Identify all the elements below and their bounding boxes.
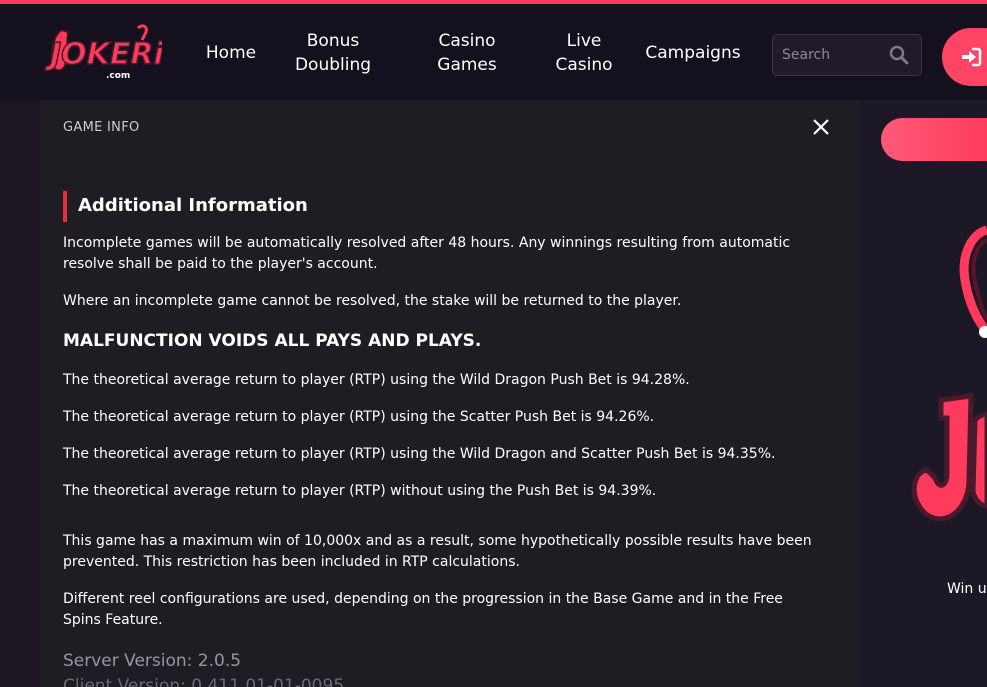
svg-text:.com: .com <box>106 71 130 81</box>
rtp-combined-text: The theoretical average return to player… <box>63 446 776 462</box>
search-placeholder: Search <box>782 47 831 63</box>
nav-home[interactable]: Home <box>202 41 260 65</box>
nav-home-label: Home <box>205 43 257 63</box>
stake-returned-text: Where an incomplete game cannot be resol… <box>63 293 682 309</box>
nav-casino-label-line2: Games <box>437 55 497 75</box>
rtp-no-push-text: The theoretical average return to player… <box>63 483 657 499</box>
sidebar-promo-button[interactable] <box>881 118 987 161</box>
game-info-modal: GAME INFO Additional Information Incompl… <box>40 100 858 687</box>
modal-title: GAME INFO <box>63 120 140 135</box>
close-icon[interactable] <box>812 118 830 136</box>
rtp-scatter-text: The theoretical average return to player… <box>63 409 655 425</box>
nav-campaigns[interactable]: Campaigns <box>640 41 746 65</box>
login-icon <box>962 47 982 67</box>
section-heading: Additional Information <box>63 191 308 222</box>
site-header: JOKERi .com Home Bonus Doubling Casino G… <box>0 4 987 100</box>
nav-bonus-label-line2: Doubling <box>294 55 372 75</box>
nav-casino-label-line1: Casino <box>438 31 496 51</box>
nav-live-label-line1: Live <box>566 31 602 51</box>
login-button[interactable] <box>942 28 987 86</box>
nav-casino-games[interactable]: Casino Games <box>428 29 506 77</box>
nav-bonus-label-line1: Bonus <box>306 31 360 51</box>
nav-live-casino[interactable]: Live Casino <box>550 29 618 77</box>
server-version: Server Version: 2.0.5 <box>63 651 242 671</box>
sidebar-promo-text: Win u <box>947 581 987 597</box>
nav-live-label-line2: Casino <box>555 55 613 75</box>
rtp-wild-dragon-text: The theoretical average return to player… <box>63 372 690 388</box>
malfunction-notice: MALFUNCTION VOIDS ALL PAYS AND PLAYS. <box>63 331 482 351</box>
search-icon[interactable] <box>889 45 909 65</box>
nav-bonus-doubling[interactable]: Bonus Doubling <box>290 29 376 77</box>
reel-config-text: Different reel configurations are used, … <box>63 591 783 628</box>
client-version: Client Version: 0.411.01-01-0095 <box>63 676 345 687</box>
nav-campaigns-label: Campaigns <box>645 43 741 63</box>
promo-joker-art <box>911 225 987 522</box>
svg-text:JOKERi: JOKERi <box>45 37 162 72</box>
jokeri-logo[interactable]: JOKERi .com <box>44 20 162 88</box>
search-input[interactable]: Search <box>772 34 922 76</box>
max-win-text: This game has a maximum win of 10,000x a… <box>63 533 812 570</box>
incomplete-games-text: Incomplete games will be automatically r… <box>63 235 791 272</box>
